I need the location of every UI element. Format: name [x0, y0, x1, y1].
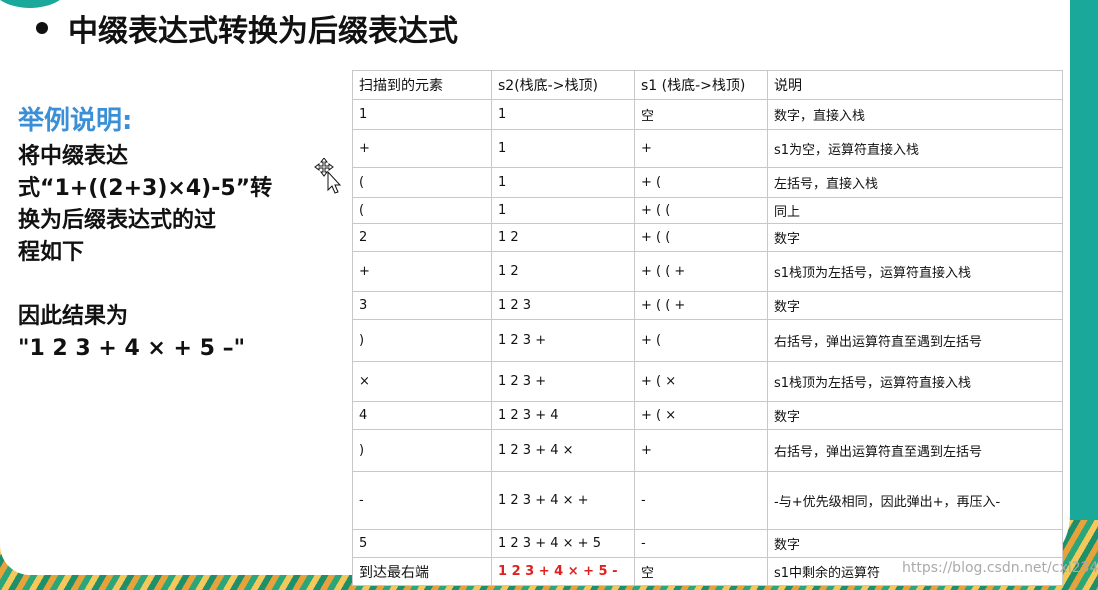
- table-row: +1 2 + ( ( + s1栈顶为左括号，运算符直接入栈: [352, 251, 1063, 292]
- cell-note: 数字: [767, 223, 1063, 252]
- cell-element: ): [352, 429, 492, 472]
- cell-element: 2: [352, 223, 492, 252]
- watermark: https://blog.csdn.net/cxl234: [902, 560, 1098, 576]
- cell-s1: + ( ×: [634, 401, 768, 430]
- cell-s1: + ( ( +: [634, 291, 768, 320]
- cell-s2: 1 2: [491, 251, 635, 292]
- cell-note: s1为空，运算符直接入栈: [767, 129, 1063, 168]
- cell-note: s1栈顶为左括号，运算符直接入栈: [767, 251, 1063, 292]
- cell-s2: 1 2 3 + 4 × + 5 -: [491, 557, 635, 586]
- table-row: 21 2 + ( (数字: [352, 223, 1063, 252]
- cell-s2: 1 2 3 +: [491, 319, 635, 362]
- table-row: 51 2 3 + 4 × + 5- 数字: [352, 529, 1063, 558]
- cell-s2: 1 2 3 + 4 × +: [491, 471, 635, 530]
- example-label: 举例说明:: [18, 106, 133, 136]
- table-row: -1 2 3 + 4 × + - -与+优先级相同，因此弹出+，再压入-: [352, 471, 1063, 530]
- conversion-table: 扫描到的元素 s2(栈底->栈顶) s1 (栈底->栈顶) 说明 1 1 空数字，直…: [352, 70, 1063, 586]
- cell-note: 数字: [767, 291, 1063, 320]
- cell-element: ): [352, 319, 492, 362]
- example-description: 将中缀表达 式“1+((2+3)×4)-5”转 换为后缀表达式的过 程如下: [18, 144, 273, 265]
- cell-s2: 1: [491, 167, 635, 198]
- cell-element: (: [352, 167, 492, 198]
- cell-note: 数字: [767, 529, 1063, 558]
- cell-element: 1: [352, 99, 492, 130]
- cell-s1: -: [634, 529, 768, 558]
- header-s2: s2(栈底->栈顶): [491, 70, 635, 100]
- table-row: 41 2 3 + 4 + ( × 数字: [352, 401, 1063, 430]
- cell-s2: 1 2 3: [491, 291, 635, 320]
- table-row: +1 + s1为空，运算符直接入栈: [352, 129, 1063, 168]
- move-cursor-icon: [314, 158, 342, 194]
- cell-s2: 1: [491, 129, 635, 168]
- table-header-row: 扫描到的元素 s2(栈底->栈顶) s1 (栈底->栈顶) 说明: [352, 70, 1063, 100]
- bullet-icon: [36, 22, 48, 34]
- cell-element: ×: [352, 361, 492, 402]
- cell-s1: + (: [634, 167, 768, 198]
- cell-s2: 1 2: [491, 223, 635, 252]
- cell-element: +: [352, 251, 492, 292]
- cell-note: 左括号，直接入栈: [767, 167, 1063, 198]
- cell-note: 右括号，弹出运算符直至遇到左括号: [767, 429, 1063, 472]
- cell-s1: 空: [634, 99, 768, 130]
- cell-s1: + ( ×: [634, 361, 768, 402]
- cell-s1: -: [634, 471, 768, 530]
- table-row: × 1 2 3 + + ( × s1栈顶为左括号，运算符直接入栈: [352, 361, 1063, 402]
- cell-element: 5: [352, 529, 492, 558]
- cell-s1: +: [634, 429, 768, 472]
- cell-note: 数字，直接入栈: [767, 99, 1063, 130]
- cell-s1: +: [634, 129, 768, 168]
- cell-element: +: [352, 129, 492, 168]
- cell-s2: 1: [491, 197, 635, 224]
- cell-s1: + ( ( +: [634, 251, 768, 292]
- cell-s2: 1 2 3 + 4: [491, 401, 635, 430]
- cell-note: 右括号，弹出运算符直至遇到左括号: [767, 319, 1063, 362]
- table-row: ) 1 2 3 + 4 × + 右括号，弹出运算符直至遇到左括号: [352, 429, 1063, 472]
- slide-title: 中缀表达式转换为后缀表达式: [36, 6, 458, 50]
- cell-element: (: [352, 197, 492, 224]
- header-note: 说明: [767, 70, 1063, 100]
- cell-element: 4: [352, 401, 492, 430]
- table-row: 1 1 空数字，直接入栈: [352, 99, 1063, 130]
- header-element: 扫描到的元素: [352, 70, 492, 100]
- table-row: (1 + ( (同上: [352, 197, 1063, 224]
- cell-element: -: [352, 471, 492, 530]
- cell-element: 3: [352, 291, 492, 320]
- slide-title-text: 中缀表达式转换为后缀表达式: [68, 14, 458, 49]
- cell-s2: 1 2 3 + 4 ×: [491, 429, 635, 472]
- cell-s1: 空: [634, 557, 768, 586]
- cell-note: -与+优先级相同，因此弹出+，再压入-: [767, 471, 1063, 530]
- cell-s2: 1: [491, 99, 635, 130]
- cell-s1: + (: [634, 319, 768, 362]
- cell-s2: 1 2 3 + 4 × + 5: [491, 529, 635, 558]
- slide: 中缀表达式转换为后缀表达式 举例说明: 将中缀表达 式“1+((2+3)×4)-…: [0, 0, 1098, 590]
- left-panel: 举例说明: 将中缀表达 式“1+((2+3)×4)-5”转 换为后缀表达式的过 …: [18, 100, 308, 365]
- cell-note: s1栈顶为左括号，运算符直接入栈: [767, 361, 1063, 402]
- header-s1: s1 (栈底->栈顶): [634, 70, 768, 100]
- cell-note: 同上: [767, 197, 1063, 224]
- cell-s1: + ( (: [634, 223, 768, 252]
- cell-s1: + ( (: [634, 197, 768, 224]
- table-row: ) 1 2 3 + + (右括号，弹出运算符直至遇到左括号: [352, 319, 1063, 362]
- result-text: 因此结果为 "1 2 3 + 4 × + 5 –": [18, 304, 246, 361]
- cell-note: 数字: [767, 401, 1063, 430]
- cell-element: 到达最右端: [352, 557, 492, 586]
- table-row: (1 + (左括号，直接入栈: [352, 167, 1063, 198]
- table-row: 31 2 3 + ( ( + 数字: [352, 291, 1063, 320]
- cell-s2: 1 2 3 +: [491, 361, 635, 402]
